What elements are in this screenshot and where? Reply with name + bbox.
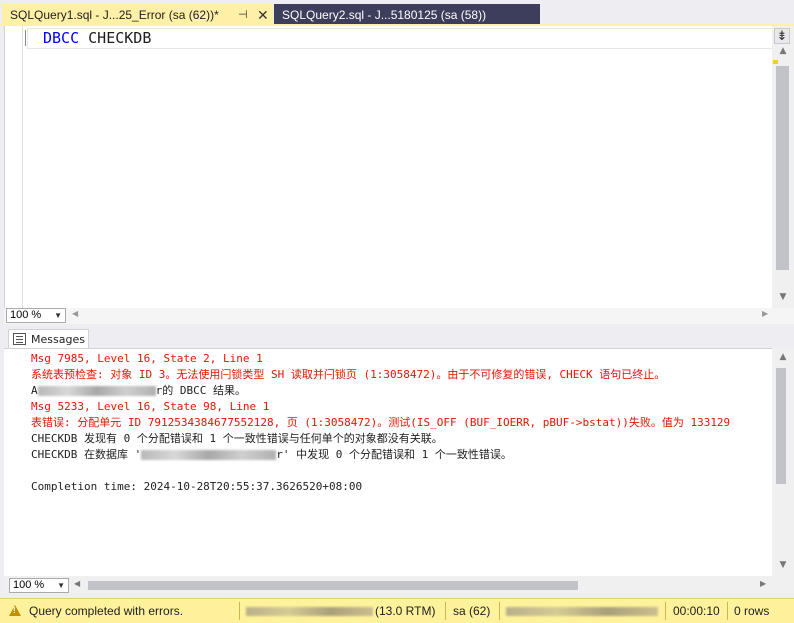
scroll-down-icon[interactable]: ▼ <box>772 292 794 304</box>
message-line: CHECKDB 发现有 0 个分配错误和 1 个一致性错误与任何单个的对象都没有… <box>31 432 443 445</box>
editor-zoom-value: 100 % <box>10 309 42 321</box>
message-line: 系统表预检查: 对象 ID 3。无法使用闩锁类型 SH 读取并闩锁页 (1:30… <box>31 368 666 381</box>
login-user: sa (62) <box>453 604 491 618</box>
messages-output[interactable]: Msg 7985, Level 16, State 2, Line 1 系统表预… <box>4 348 772 576</box>
messages-tab-label: Messages <box>31 333 85 346</box>
status-separator <box>499 602 500 620</box>
tab-sqlquery1-label: SQLQuery1.sql - J...25_Error (sa (62))* <box>10 8 219 22</box>
editor-margin <box>5 26 23 308</box>
redacted-database-name <box>506 607 658 616</box>
messages-scroll-thumb[interactable] <box>776 368 786 484</box>
chevron-down-icon: ▼ <box>54 311 62 320</box>
message-line: CHECKDB 在数据库 ' r' 中发现 0 个分配错误和 1 个一致性错误。 <box>31 447 512 463</box>
status-bar: Query completed with errors. (13.0 RTM) … <box>0 598 794 623</box>
results-zoom-select[interactable]: 100 % ▼ <box>9 578 69 593</box>
tab-sqlquery1[interactable]: SQLQuery1.sql - J...25_Error (sa (62))* … <box>2 4 273 26</box>
close-tab-icon[interactable]: ✕ <box>257 4 269 26</box>
scroll-right-icon[interactable]: ▶ <box>760 579 770 593</box>
status-separator <box>239 602 240 620</box>
scroll-left-icon[interactable]: ◀ <box>74 579 84 593</box>
results-zoom-value: 100 % <box>13 579 45 591</box>
editor-zoom-select[interactable]: 100 % ▼ <box>6 308 66 323</box>
message-line: Msg 5233, Level 16, State 98, Line 1 <box>31 400 270 413</box>
editor-horizontal-scrollbar <box>4 308 794 324</box>
scroll-down-icon[interactable]: ▼ <box>772 560 794 572</box>
sql-identifier: CHECKDB <box>88 29 152 47</box>
server-version: (13.0 RTM) <box>375 604 436 618</box>
code-line-1[interactable]: DBCC CHECKDB <box>43 28 151 48</box>
status-separator <box>727 602 728 620</box>
scroll-up-icon[interactable]: ▲ <box>772 46 794 58</box>
chevron-down-icon: ▼ <box>57 581 65 590</box>
editor-scroll-thumb[interactable] <box>776 66 789 270</box>
query-editor[interactable]: DBCC CHECKDB <box>4 26 773 308</box>
scroll-up-icon[interactable]: ▲ <box>772 352 794 364</box>
status-separator <box>665 602 666 620</box>
message-suffix: r的 DBCC 结果。 <box>155 384 246 397</box>
tab-sqlquery2-label: SQLQuery2.sql - J...5180125 (sa (58)) <box>282 8 487 22</box>
scroll-left-icon[interactable]: ◀ <box>72 309 82 323</box>
pin-icon[interactable]: ⊣ <box>238 4 248 26</box>
outline-collapse-line <box>25 30 26 46</box>
status-separator <box>445 602 446 620</box>
messages-horizontal-thumb[interactable] <box>88 581 578 590</box>
message-line: Ar的 DBCC 结果。 <box>31 383 246 399</box>
results-tab-bar <box>4 330 794 348</box>
scroll-right-icon[interactable]: ▶ <box>762 309 772 323</box>
change-marker <box>773 60 778 64</box>
tab-sqlquery2[interactable]: SQLQuery2.sql - J...5180125 (sa (58)) <box>274 4 540 26</box>
redacted-server-name <box>246 607 373 616</box>
row-count: 0 rows <box>734 604 770 618</box>
message-suffix: r' 中发现 0 个分配错误和 1 个一致性错误。 <box>276 448 512 461</box>
elapsed-time: 00:00:10 <box>673 604 720 618</box>
status-message: Query completed with errors. <box>29 604 184 618</box>
message-prefix: CHECKDB 在数据库 ' <box>31 448 142 461</box>
messages-icon <box>13 333 26 345</box>
message-line: Msg 7985, Level 16, State 2, Line 1 <box>31 352 263 365</box>
message-prefix: A <box>31 384 38 397</box>
redacted-database-name <box>37 386 156 396</box>
message-line: Completion time: 2024-10-28T20:55:37.362… <box>31 480 363 493</box>
warning-icon <box>9 605 21 616</box>
message-line: 表错误: 分配单元 ID 7912534384677552128, 页 (1:3… <box>31 416 731 429</box>
redacted-database-name <box>141 450 277 460</box>
split-editor-icon[interactable]: ⇟ <box>774 28 790 44</box>
sql-keyword: DBCC <box>43 29 80 47</box>
